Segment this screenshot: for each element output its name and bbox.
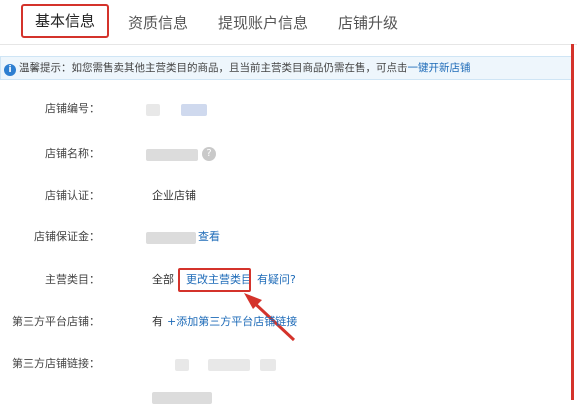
third-party-shop-value: 有 (152, 315, 163, 328)
highlight-edge (571, 44, 574, 400)
third-party-link-label: 第三方店铺链接： (12, 357, 100, 370)
field-partial (0, 386, 540, 406)
redacted-value (152, 392, 212, 404)
annotation-arrow (244, 293, 296, 342)
field-third-party-link: 第三方店铺链接： (0, 354, 540, 374)
redacted-value (208, 359, 250, 371)
field-third-party-shop: 第三方平台店铺： 有 +添加第三方平台店铺链接 (0, 312, 540, 332)
add-third-party-link[interactable]: +添加第三方平台店铺链接 (167, 312, 297, 332)
redacted-value (175, 359, 189, 371)
redacted-value (260, 359, 276, 371)
third-party-shop-label: 第三方平台店铺： (12, 315, 100, 328)
